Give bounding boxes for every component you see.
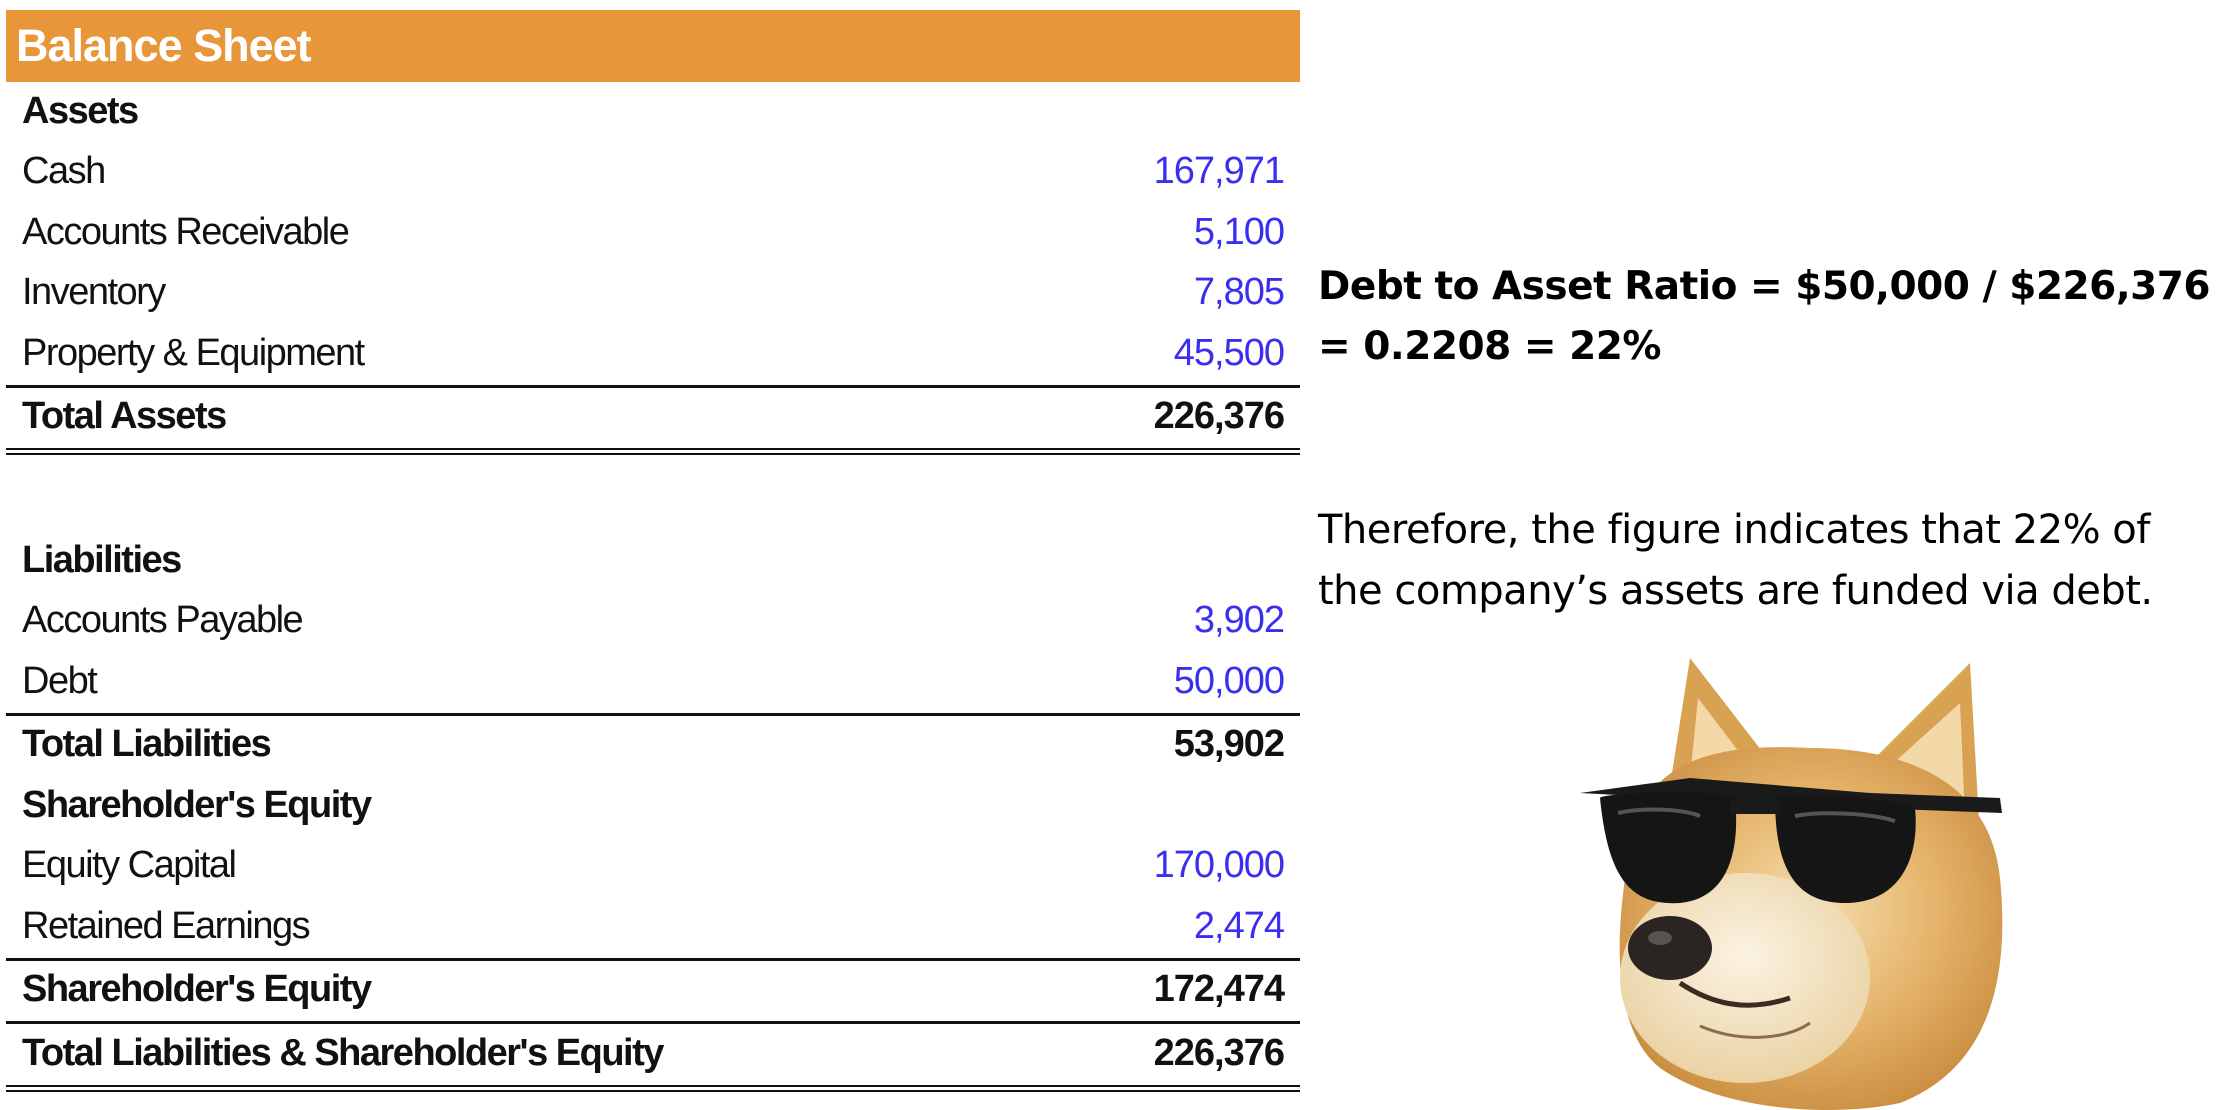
row-label: Accounts Receivable [22,210,350,253]
table-row: Property & Equipment 45,500 [6,324,1300,385]
table-row: Accounts Payable 3,902 [6,592,1300,653]
total-assets-row: Total Assets 226,376 [6,384,1300,455]
liabilities-heading: Liabilities [22,538,182,581]
debt-to-asset-formula: Debt to Asset Ratio = $50,000 / $226,376… [1318,264,2211,369]
row-label: Equity Capital [22,844,237,886]
table-row: Cash 167,971 [6,143,1300,204]
row-value: 7,805 [1193,271,1285,313]
assets-heading-row: Assets [6,82,1300,143]
row-value: 50,000 [1173,659,1285,702]
total-assets-value: 226,376 [1153,395,1285,437]
row-value: 5,100 [1193,210,1285,253]
row-value: 2,474 [1193,904,1285,947]
row-value: 3,902 [1193,599,1285,641]
row-label: Retained Earnings [22,904,311,947]
grand-total-value: 226,376 [1153,1031,1285,1074]
total-liabilities-row: Total Liabilities 53,902 [6,712,1300,777]
row-value: 45,500 [1173,331,1285,374]
equity-heading-row: Shareholder's Equity [6,776,1300,837]
total-equity-row: Shareholder's Equity 172,474 [6,957,1300,1022]
conclusion-text: Therefore, the figure indicates that 22%… [1318,507,2153,614]
row-label: Accounts Payable [22,599,304,641]
total-equity-label: Shareholder's Equity [22,968,372,1010]
row-value: 167,971 [1153,150,1285,192]
total-liabilities-value: 53,902 [1173,723,1285,765]
equity-heading: Shareholder's Equity [22,783,372,826]
total-assets-label: Total Assets [22,395,227,437]
grand-total-row: Total Liabilities & Shareholder's Equity… [6,1021,1300,1092]
grand-total-label: Total Liabilities & Shareholder's Equity [22,1031,664,1074]
row-label: Cash [22,150,106,192]
table-row: Accounts Receivable 5,100 [6,203,1300,264]
row-label: Debt [22,659,98,702]
doge-sunglasses-image [1580,658,2003,1110]
total-equity-value: 172,474 [1153,968,1285,1010]
table-row: Inventory 7,805 [6,264,1300,325]
row-label: Inventory [22,271,166,313]
balance-sheet: Balance Sheet Assets Cash 167,971 Accoun… [6,10,1300,1092]
total-liabilities-label: Total Liabilities [22,723,272,765]
row-value: 170,000 [1153,844,1285,886]
table-row: Debt 50,000 [6,652,1300,713]
row-label: Property & Equipment [22,331,365,374]
table-row: Retained Earnings 2,474 [6,897,1300,958]
assets-heading: Assets [22,89,139,132]
table-row: Equity Capital 170,000 [6,837,1300,898]
balance-sheet-title: Balance Sheet [6,10,1300,82]
liabilities-heading-row: Liabilities [6,531,1300,592]
